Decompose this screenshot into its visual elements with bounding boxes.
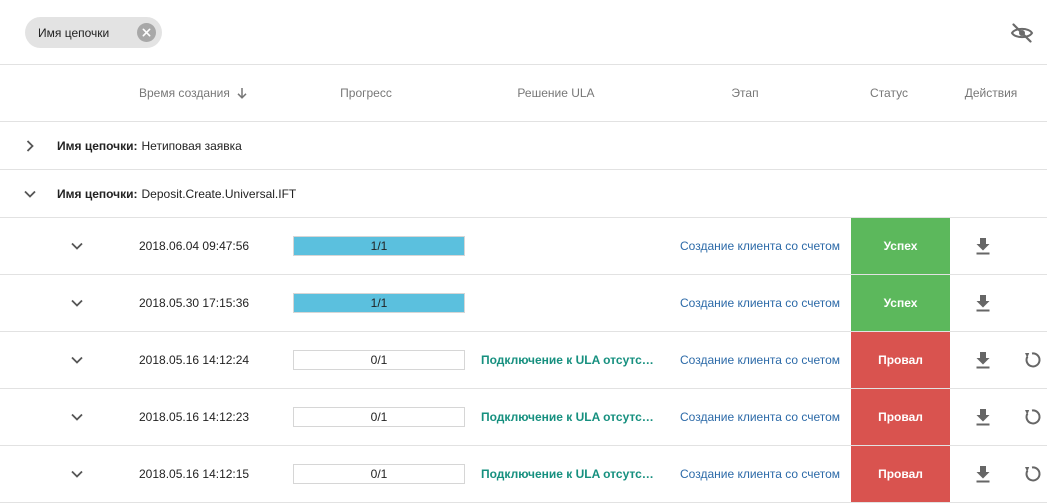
table-row[interactable]: 2018.05.16 14:12:24 0/1 Подключение к UL…	[0, 332, 1047, 389]
ula-decision-text: Подключение к ULA отсутствует	[481, 353, 657, 367]
table-row[interactable]: 2018.05.16 14:12:23 0/1 Подключение к UL…	[0, 389, 1047, 446]
table-header: Время создания Прогресс Решение ULA Этап…	[0, 65, 1047, 122]
retry-icon[interactable]	[1020, 405, 1044, 429]
filter-bar: Имя цепочки	[0, 0, 1047, 65]
column-header-stage[interactable]: Этап	[680, 65, 810, 121]
chevron-down-icon[interactable]	[65, 405, 89, 429]
status-badge: Провал	[851, 389, 950, 445]
column-header-created-time[interactable]: Время создания	[139, 65, 248, 121]
progress-bar: 0/1	[293, 350, 465, 370]
column-header-ula-decision-label: Решение ULA	[517, 86, 595, 100]
group-value: Нетиповая заявка	[141, 138, 242, 153]
column-header-progress[interactable]: Прогресс	[293, 65, 439, 121]
table-row[interactable]: 2018.05.30 17:15:36 1/1 Создание клиента…	[0, 275, 1047, 332]
stage-link[interactable]: Создание клиента со счетом	[680, 389, 840, 445]
ula-decision: Подключение к ULA отсутствует	[481, 332, 657, 388]
column-header-ula-decision[interactable]: Решение ULA	[481, 65, 631, 121]
created-time: 2018.05.30 17:15:36	[139, 296, 250, 310]
group-title: Имя цепочки: Нетиповая заявка	[57, 122, 242, 169]
progress-bar: 1/1	[293, 236, 465, 256]
chevron-down-icon[interactable]	[65, 462, 89, 486]
status-badge: Провал	[851, 446, 950, 502]
ula-decision-text: Подключение к ULA отсутствует	[481, 467, 657, 481]
column-header-actions: Действия	[955, 65, 1027, 121]
stage-link[interactable]: Создание клиента со счетом	[680, 218, 840, 274]
retry-icon[interactable]	[1020, 348, 1044, 372]
created-time: 2018.05.16 14:12:15	[139, 467, 250, 481]
download-icon[interactable]	[971, 348, 995, 372]
progress-text: 1/1	[370, 239, 388, 253]
ula-decision	[481, 218, 657, 274]
column-header-progress-label: Прогресс	[340, 86, 392, 100]
progress-text: 0/1	[370, 467, 388, 481]
stage-link[interactable]: Создание клиента со счетом	[680, 275, 840, 331]
group-label: Имя цепочки:	[57, 186, 138, 201]
stage-link[interactable]: Создание клиента со счетом	[680, 332, 840, 388]
group-label: Имя цепочки:	[57, 138, 138, 153]
chevron-right-icon[interactable]	[18, 134, 42, 158]
progress-bar: 0/1	[293, 407, 465, 427]
group-title: Имя цепочки: Deposit.Create.Universal.IF…	[57, 170, 296, 217]
download-icon[interactable]	[971, 405, 995, 429]
progress-bar: 1/1	[293, 293, 465, 313]
stage-link[interactable]: Создание клиента со счетом	[680, 446, 840, 502]
created-time: 2018.05.16 14:12:24	[139, 353, 250, 367]
eye-off-icon[interactable]	[1010, 21, 1034, 45]
progress-text: 0/1	[370, 353, 388, 367]
status-badge: Успех	[851, 275, 950, 331]
filter-chip-label: Имя цепочки	[38, 25, 110, 40]
column-header-status[interactable]: Статус	[851, 65, 927, 121]
table-row[interactable]: 2018.05.16 14:12:15 0/1 Подключение к UL…	[0, 446, 1047, 503]
created-time: 2018.06.04 09:47:56	[139, 239, 250, 253]
progress-bar: 0/1	[293, 464, 465, 484]
arrow-down-icon	[236, 87, 248, 99]
download-icon[interactable]	[971, 291, 995, 315]
ula-decision: Подключение к ULA отсутствует	[481, 446, 657, 502]
retry-icon[interactable]	[1020, 462, 1044, 486]
chevron-down-icon[interactable]	[65, 234, 89, 258]
ula-decision-text: Подключение к ULA отсутствует	[481, 410, 657, 424]
progress-text: 1/1	[370, 296, 388, 310]
status-badge: Провал	[851, 332, 950, 388]
column-header-actions-label: Действия	[964, 86, 1018, 100]
download-icon[interactable]	[971, 462, 995, 486]
chevron-down-icon[interactable]	[65, 348, 89, 372]
created-time: 2018.05.16 14:12:23	[139, 410, 250, 424]
ula-decision: Подключение к ULA отсутствует	[481, 389, 657, 445]
column-header-status-label: Статус	[870, 86, 908, 100]
filter-chip[interactable]: Имя цепочки	[25, 17, 162, 48]
group-value: Deposit.Create.Universal.IFT	[141, 186, 297, 201]
close-icon[interactable]	[137, 23, 156, 42]
column-header-stage-label: Этап	[731, 86, 759, 100]
download-icon[interactable]	[971, 234, 995, 258]
chevron-down-icon[interactable]	[65, 291, 89, 315]
chevron-down-icon[interactable]	[18, 182, 42, 206]
status-badge: Успех	[851, 218, 950, 274]
table-row[interactable]: 2018.06.04 09:47:56 1/1 Создание клиента…	[0, 218, 1047, 275]
progress-text: 0/1	[370, 410, 388, 424]
group-row[interactable]: Имя цепочки: Нетиповая заявка	[0, 122, 1047, 170]
group-row[interactable]: Имя цепочки: Deposit.Create.Universal.IF…	[0, 170, 1047, 218]
ula-decision	[481, 275, 657, 331]
column-header-created-time-label: Время создания	[139, 86, 230, 100]
